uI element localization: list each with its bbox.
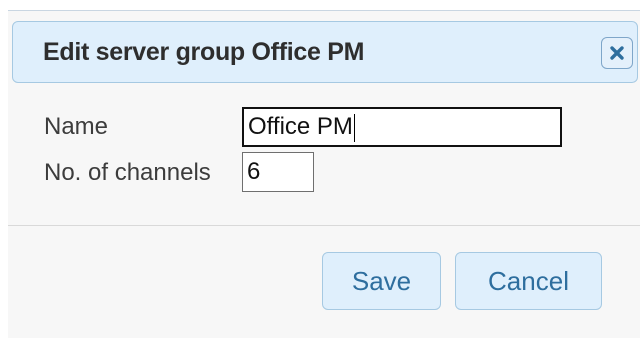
channels-input-value: 6: [247, 158, 261, 185]
dialog-titlebar[interactable]: Edit server group Office PM: [12, 21, 638, 83]
name-input-value: Office PM: [248, 113, 353, 140]
button-pane-divider: [8, 225, 640, 226]
channels-input[interactable]: 6: [242, 152, 314, 192]
save-button[interactable]: Save: [322, 252, 441, 310]
channels-label: No. of channels: [44, 159, 211, 186]
text-caret: [353, 113, 355, 142]
name-label: Name: [44, 113, 109, 140]
close-button[interactable]: [601, 37, 633, 69]
close-x-icon: [610, 46, 624, 60]
name-input[interactable]: Office PM: [242, 107, 562, 147]
edit-server-group-dialog: Edit server group Office PM Name Office …: [8, 10, 640, 338]
cancel-button[interactable]: Cancel: [455, 252, 602, 310]
dialog-title: Edit server group Office PM: [43, 38, 365, 66]
